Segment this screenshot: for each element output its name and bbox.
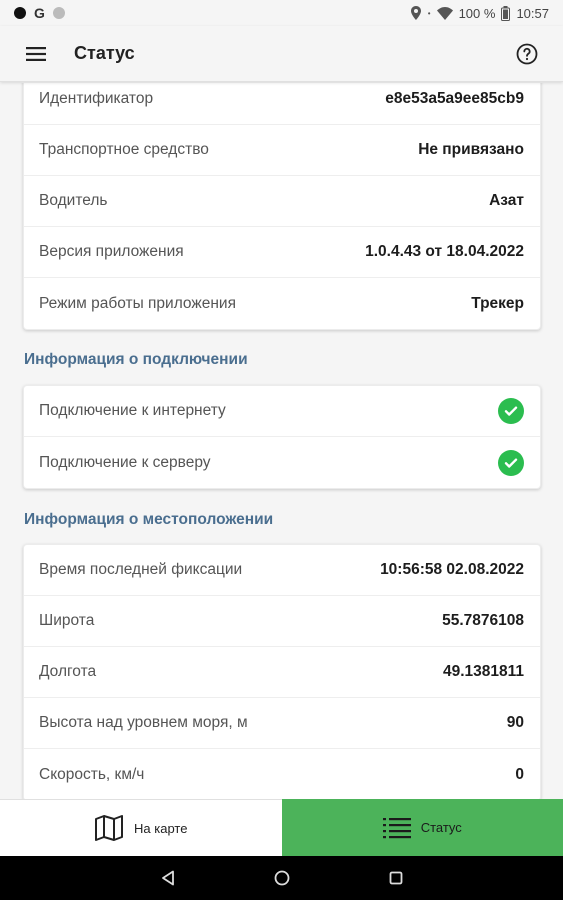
back-triangle-icon [161,870,174,886]
clock: 10:57 [516,5,549,21]
menu-button[interactable] [18,36,54,72]
status-content[interactable]: Идентификатор e8e53a5a9ee85cb9 Транспорт… [0,83,563,799]
row-label: Подключение к интернету [39,402,226,419]
row-value: 55.7876108 [442,612,524,629]
info-row-identifier: Идентификатор e8e53a5a9ee85cb9 [24,83,540,125]
row-value: 0 [515,765,524,783]
nav-tab-status[interactable]: Статус [281,799,563,856]
row-value: Не привязано [418,141,524,158]
check-circle-icon [498,449,524,476]
location-row-latitude: Широта 55.7876108 [24,596,540,647]
system-navigation-bar [0,856,563,900]
row-label: Время последней фиксации [39,561,243,578]
row-value: 10:56:58 02.08.2022 [380,561,524,578]
google-icon: G [34,5,45,21]
row-label: Версия приложения [39,243,184,260]
connection-section-title: Информация о подключении [24,351,248,368]
row-value: 49.1381811 [442,663,524,680]
info-row-driver: Водитель Азат [24,176,540,227]
row-value: Трекер [471,294,524,312]
app-bar: Статус [0,26,563,82]
nav-tab-status-label: Статус [420,820,462,835]
recents-square-icon [389,871,402,885]
row-value: 90 [506,714,524,731]
home-circle-icon [274,870,289,886]
home-button[interactable] [270,866,294,890]
location-section-title: Информация о местоположении [24,511,274,528]
nav-tab-map[interactable]: На карте [0,799,282,856]
location-row-last-fix: Время последней фиксации 10:56:58 02.08.… [24,545,540,596]
info-row-vehicle: Транспортное средство Не привязано [24,125,540,176]
row-label: Идентификатор [39,90,154,107]
row-label: Скорость, км/ч [39,765,145,783]
nav-tab-map-label: На карте [134,820,188,836]
wifi-icon [436,6,453,20]
info-row-app-version: Версия приложения 1.0.4.43 от 18.04.2022 [24,227,540,278]
row-label: Водитель [39,192,108,209]
notification-circle-icon [52,7,65,19]
page-title: Статус [74,43,135,63]
check-circle-icon [498,398,524,424]
location-row-longitude: Долгота 49.1381811 [24,647,540,698]
hamburger-menu-icon [26,46,46,61]
bottom-navigation: На карте Статус [0,799,563,856]
row-value: Азат [489,192,524,209]
location-card: Время последней фиксации 10:56:58 02.08.… [23,544,541,799]
help-icon [516,43,538,64]
row-label: Транспортное средство [39,141,209,158]
row-value: 1.0.4.43 от 18.04.2022 [365,243,524,260]
info-row-app-mode: Режим работы приложения Трекер [24,278,540,329]
battery-percent: 100 % [458,5,496,21]
list-icon [382,817,411,838]
location-row-speed: Скорость, км/ч 0 [24,749,540,799]
row-label: Высота над уровнем моря, м [39,714,248,731]
row-label: Подключение к серверу [39,453,211,471]
connection-row-server: Подключение к серверу [24,437,540,488]
connection-row-internet: Подключение к интернету [24,386,540,437]
help-button[interactable] [509,36,545,72]
signal-dot-icon: • [427,8,431,18]
row-value: e8e53a5a9ee85cb9 [385,90,524,107]
row-label: Долгота [39,663,97,680]
row-label: Широта [39,612,95,629]
connection-card: Подключение к интернету Подключение к се… [23,385,541,489]
notification-dot-icon [14,7,26,19]
map-icon [95,815,124,841]
location-icon [410,6,421,20]
recents-button[interactable] [384,866,408,890]
battery-icon [501,5,511,21]
system-status-bar: G • 100 % 10:57 [0,0,563,26]
back-button[interactable] [156,866,180,890]
device-info-card: Идентификатор e8e53a5a9ee85cb9 Транспорт… [23,83,541,330]
row-label: Режим работы приложения [39,294,236,312]
location-row-altitude: Высота над уровнем моря, м 90 [24,698,540,749]
